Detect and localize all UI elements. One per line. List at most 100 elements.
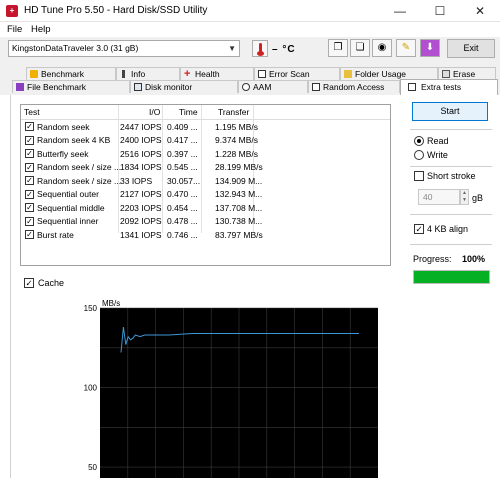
table-row[interactable]: ✓ Sequential inner 2092 IOPS 0.478 ... 1… [21, 215, 390, 229]
short-stroke-size-input[interactable]: 40 [418, 189, 460, 205]
cell-io: 1834 IOPS [120, 162, 162, 172]
cell-io: 2447 IOPS [120, 121, 162, 132]
benchmark-icon [30, 70, 38, 78]
tab-file-benchmark[interactable]: File Benchmark [12, 80, 130, 93]
read-label: Read [427, 136, 449, 146]
start-button[interactable]: Start [412, 102, 488, 121]
divider [410, 166, 492, 167]
tab-error-scan[interactable]: Error Scan [254, 67, 340, 80]
tab-health[interactable]: + Health [180, 67, 254, 80]
thermometer-icon[interactable] [252, 40, 268, 57]
row-checkbox[interactable]: ✓ [25, 135, 34, 145]
tab-random-access[interactable]: Random Access [308, 80, 400, 93]
tab-info[interactable]: Info [116, 67, 180, 80]
folder-icon [344, 70, 352, 78]
table-row[interactable]: ✓ Burst rate 1341 IOPS 0.746 ... 83.797 … [21, 228, 390, 242]
progress-label: Progress: [413, 254, 452, 264]
y-tick-label: 150 [84, 304, 98, 313]
y-tick-label: 50 [88, 463, 97, 472]
aam-icon [242, 83, 250, 91]
progress-percent: 100% [462, 254, 486, 264]
options-icon[interactable]: ✎ [396, 39, 416, 57]
drive-select-value: KingstonDataTraveler 3.0 (31 gB) [12, 43, 139, 53]
thermometer-bulb [257, 51, 264, 56]
tab-error-scan-label: Error Scan [269, 69, 310, 79]
camera-icon[interactable]: ◉ [372, 39, 392, 57]
col-header-test: Test [24, 107, 40, 117]
tab-aam[interactable]: AAM [238, 80, 308, 93]
maximize-icon[interactable]: ☐ [420, 0, 460, 22]
row-checkbox[interactable]: ✓ [25, 176, 34, 185]
cell-io: 33 IOPS [120, 175, 153, 186]
menu-file[interactable]: File [7, 24, 22, 35]
cell-time: 0.454 ... [167, 202, 198, 213]
copy-icon[interactable]: ❐ [328, 39, 348, 57]
cell-test: Butterfly seek [37, 148, 89, 159]
cell-test: Sequential inner [37, 216, 99, 226]
cell-io: 2127 IOPS [120, 189, 162, 199]
chevron-down-icon: ▼ [228, 44, 236, 53]
tab-disk-monitor-label: Disk monitor [145, 82, 193, 92]
row-checkbox[interactable]: ✓ [25, 122, 34, 131]
divider [410, 129, 492, 130]
tab-aam-label: AAM [253, 82, 272, 92]
tab-benchmark[interactable]: Benchmark [26, 67, 116, 80]
table-row[interactable]: ✓ Random seek 2447 IOPS 0.409 ... 1.195 … [21, 120, 390, 134]
short-stroke-checkbox[interactable] [414, 171, 424, 181]
exit-button[interactable]: Exit [447, 39, 495, 58]
table-row[interactable]: ✓ Random seek / size ... 1834 IOPS 0.545… [21, 161, 390, 175]
cache-checkbox[interactable]: ✓ [24, 278, 34, 288]
divider [410, 244, 492, 245]
row-checkbox[interactable]: ✓ [25, 189, 34, 199]
cell-test: Random seek 4 KB [37, 135, 111, 145]
write-radio[interactable] [414, 150, 424, 160]
random-access-icon [312, 83, 320, 91]
tab-file-benchmark-label: File Benchmark [27, 82, 87, 92]
cell-io: 2203 IOPS [120, 202, 162, 213]
cell-transfer: 1.228 MB/s [215, 148, 258, 159]
cell-time: 0.478 ... [167, 216, 198, 226]
table-row[interactable]: ✓ Butterfly seek 2516 IOPS 0.397 ... 1.2… [21, 147, 390, 161]
progress-bar [413, 270, 490, 284]
cell-time: 0.746 ... [167, 229, 198, 240]
drive-select[interactable]: KingstonDataTraveler 3.0 (31 gB) ▼ [8, 40, 240, 57]
table-row[interactable]: ✓ Sequential middle 2203 IOPS 0.454 ... … [21, 201, 390, 215]
size-spinner-icon[interactable]: ▲ ▼ [460, 189, 469, 205]
close-icon[interactable]: ✕ [460, 0, 500, 22]
disk-monitor-icon [134, 83, 142, 91]
cell-transfer: 28.199 MB/s [215, 162, 263, 172]
cache-label: Cache [38, 278, 65, 288]
menu-help[interactable]: Help [31, 24, 51, 35]
cell-time: 0.470 ... [167, 189, 198, 199]
tab-folder-usage-label: Folder Usage [355, 69, 407, 79]
copy-all-icon[interactable]: ❏ [350, 39, 370, 57]
cell-transfer: 137.708 M... [215, 202, 263, 213]
col-header-io: I/O [149, 107, 161, 117]
minimize-icon[interactable]: — [380, 0, 420, 22]
row-checkbox[interactable]: ✓ [25, 203, 34, 212]
cell-time: 30.057... [167, 175, 201, 186]
cell-transfer: 1.195 MB/s [215, 121, 258, 132]
window-title: HD Tune Pro 5.50 - Hard Disk/SSD Utility [24, 5, 208, 16]
cell-time: 0.397 ... [167, 148, 198, 159]
read-radio[interactable] [414, 136, 424, 146]
align-4kb-checkbox[interactable]: ✓ [414, 224, 424, 234]
row-checkbox[interactable]: ✓ [25, 162, 34, 172]
tab-disk-monitor[interactable]: Disk monitor [130, 80, 238, 93]
erase-icon [442, 70, 450, 78]
table-row[interactable]: ✓ Random seek / size ... 33 IOPS 30.057.… [21, 174, 390, 188]
tab-info-label: Info [131, 69, 146, 79]
row-checkbox[interactable]: ✓ [25, 216, 34, 226]
short-stroke-label: Short stroke [427, 171, 476, 181]
save-icon[interactable]: ⬇ [420, 39, 440, 57]
health-icon: + [184, 68, 191, 80]
tab-erase-label: Erase [453, 69, 476, 79]
row-checkbox[interactable]: ✓ [25, 230, 34, 239]
progress-bar-fill [414, 271, 489, 283]
tab-extra-tests[interactable]: Extra tests [400, 79, 498, 95]
table-row[interactable]: ✓ Random seek 4 KB 2400 IOPS 0.417 ... 9… [21, 134, 390, 148]
cell-test: Random seek [37, 121, 90, 132]
row-checkbox[interactable]: ✓ [25, 149, 34, 158]
cell-time: 0.409 ... [167, 121, 198, 132]
table-row[interactable]: ✓ Sequential outer 2127 IOPS 0.470 ... 1… [21, 188, 390, 202]
